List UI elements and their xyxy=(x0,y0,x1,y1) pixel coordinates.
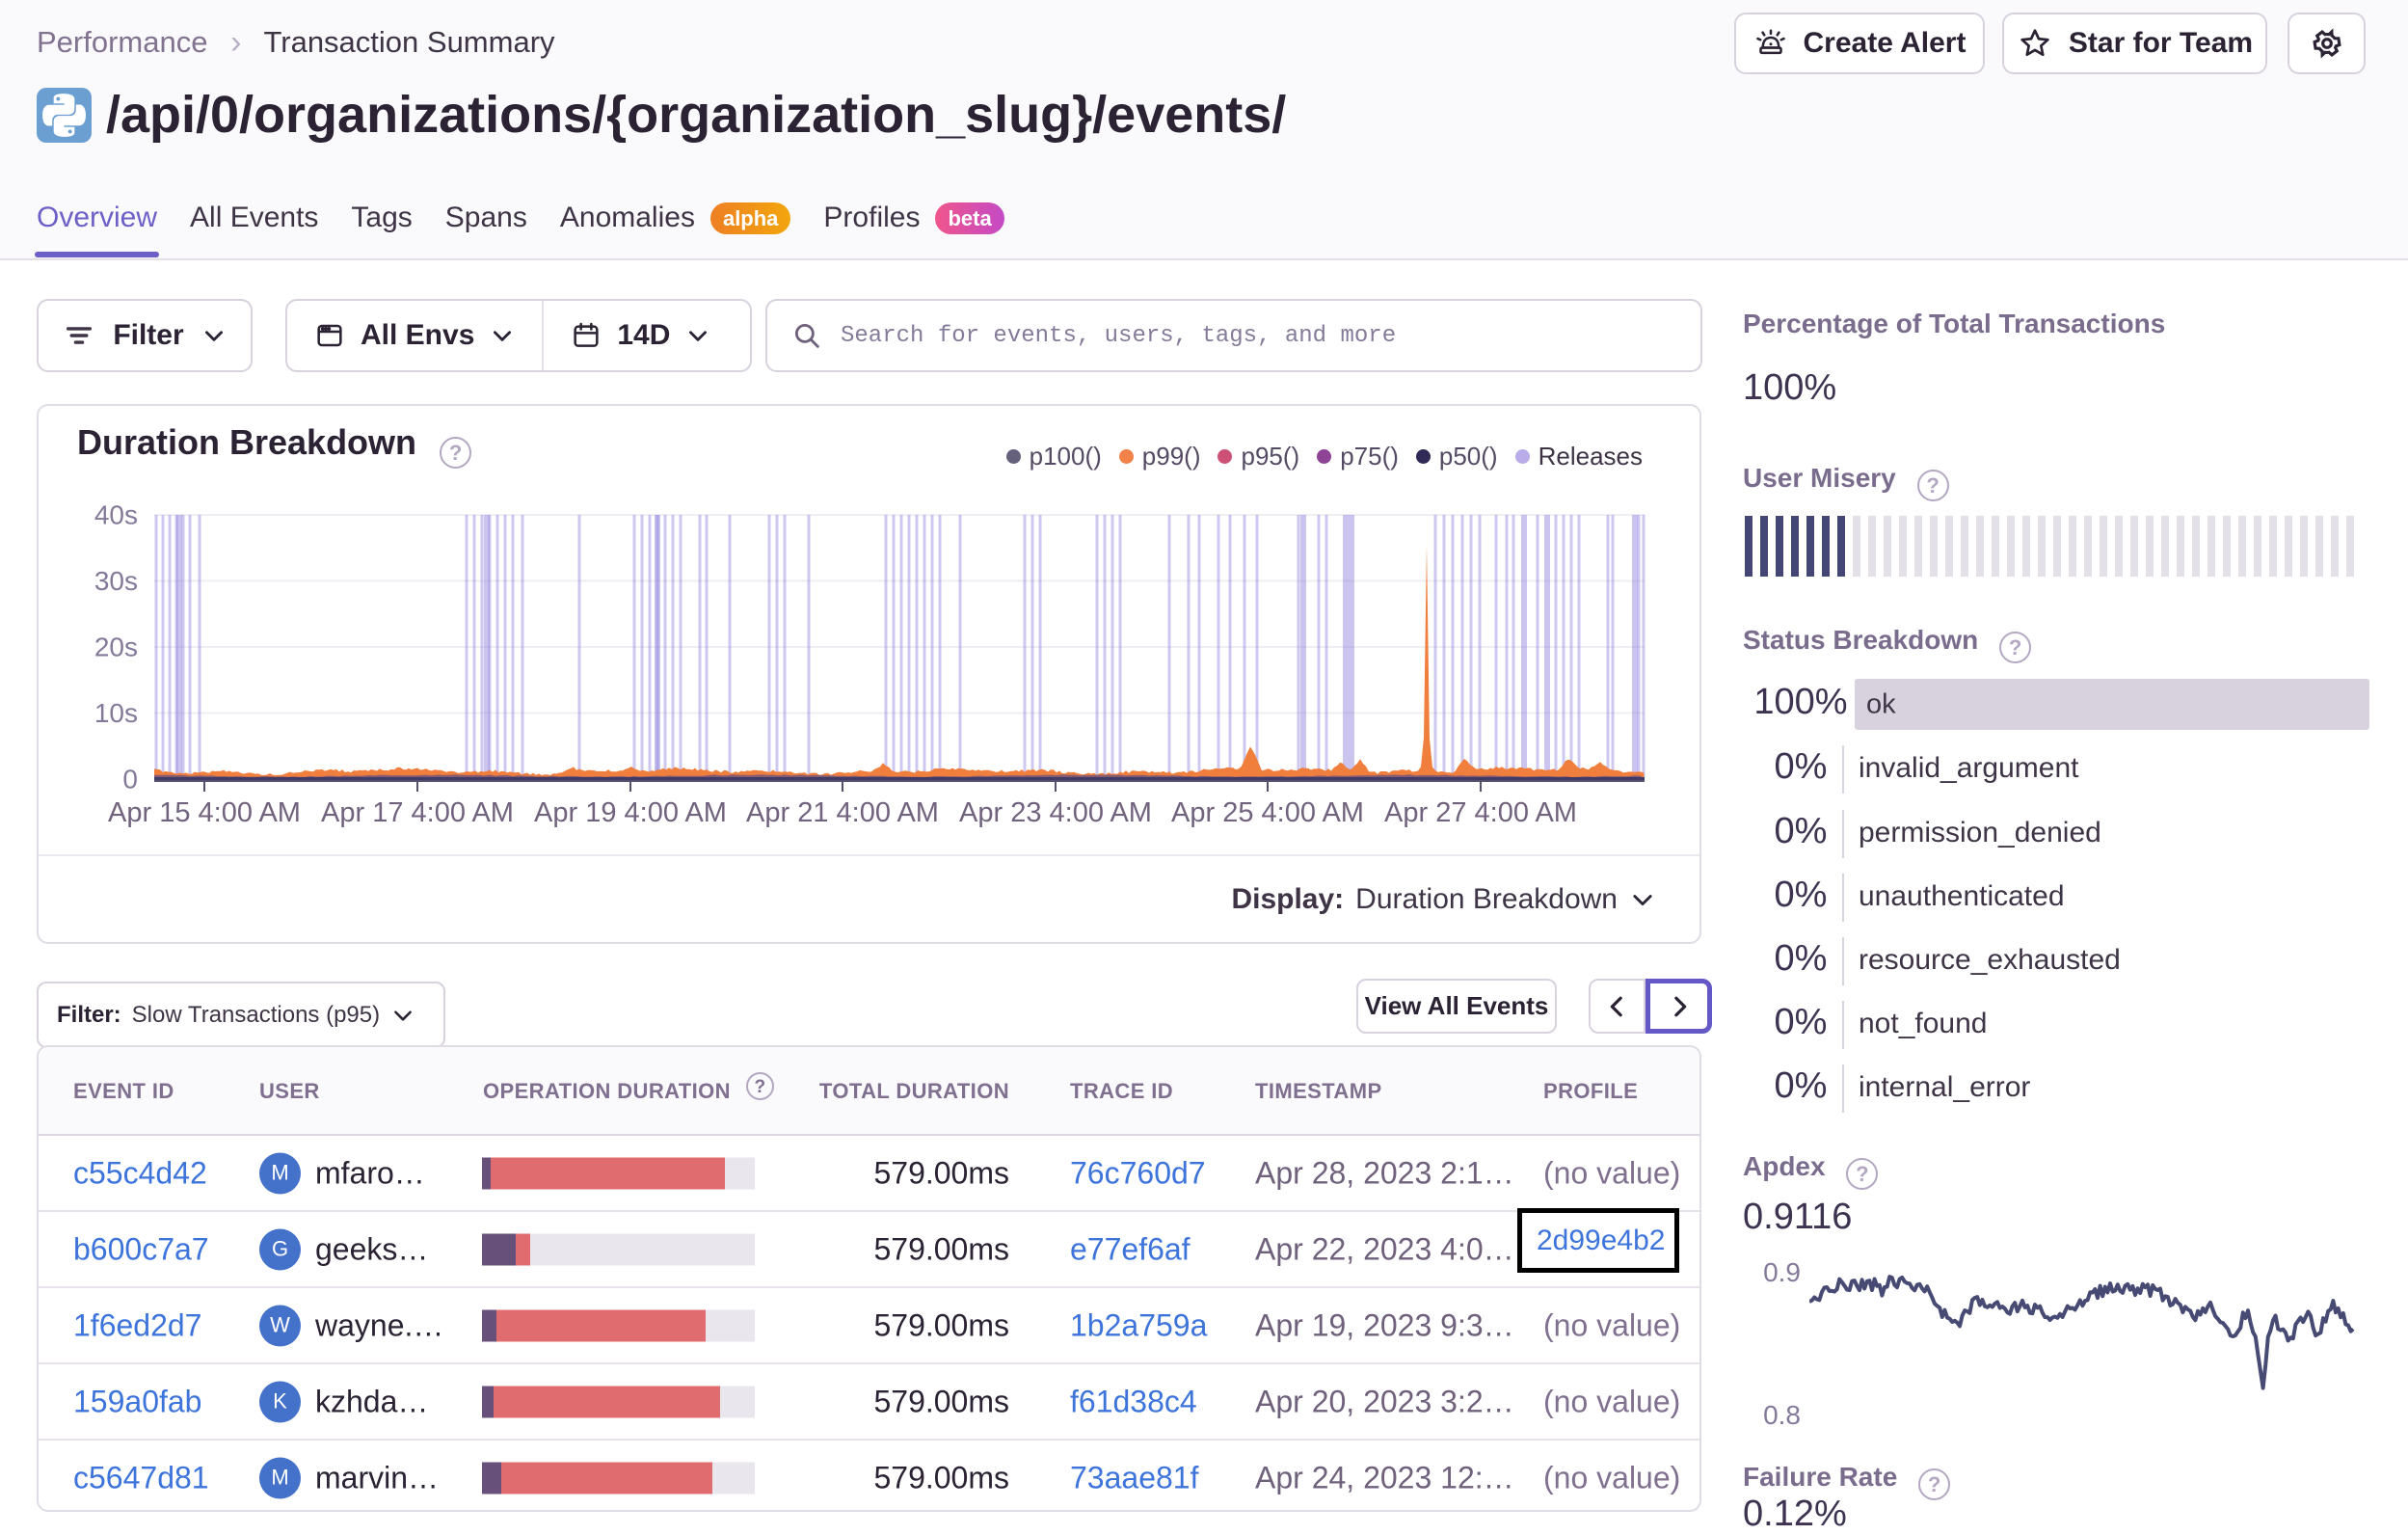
svg-text:Apr 15 4:00 AM: Apr 15 4:00 AM xyxy=(108,797,301,828)
svg-text:40s: 40s xyxy=(94,500,138,530)
svg-text:Apr 21 4:00 AM: Apr 21 4:00 AM xyxy=(746,797,939,828)
svg-text:Apr 25 4:00 AM: Apr 25 4:00 AM xyxy=(1171,797,1364,828)
svg-text:10s: 10s xyxy=(94,698,138,728)
svg-text:0: 0 xyxy=(122,765,138,794)
svg-text:Apr 17 4:00 AM: Apr 17 4:00 AM xyxy=(321,797,514,828)
svg-text:Apr 19 4:00 AM: Apr 19 4:00 AM xyxy=(534,797,727,828)
svg-text:20s: 20s xyxy=(94,633,138,662)
svg-text:Apr 23 4:00 AM: Apr 23 4:00 AM xyxy=(959,797,1152,828)
svg-text:Apr 27 4:00 AM: Apr 27 4:00 AM xyxy=(1384,797,1577,828)
svg-text:30s: 30s xyxy=(94,566,138,596)
